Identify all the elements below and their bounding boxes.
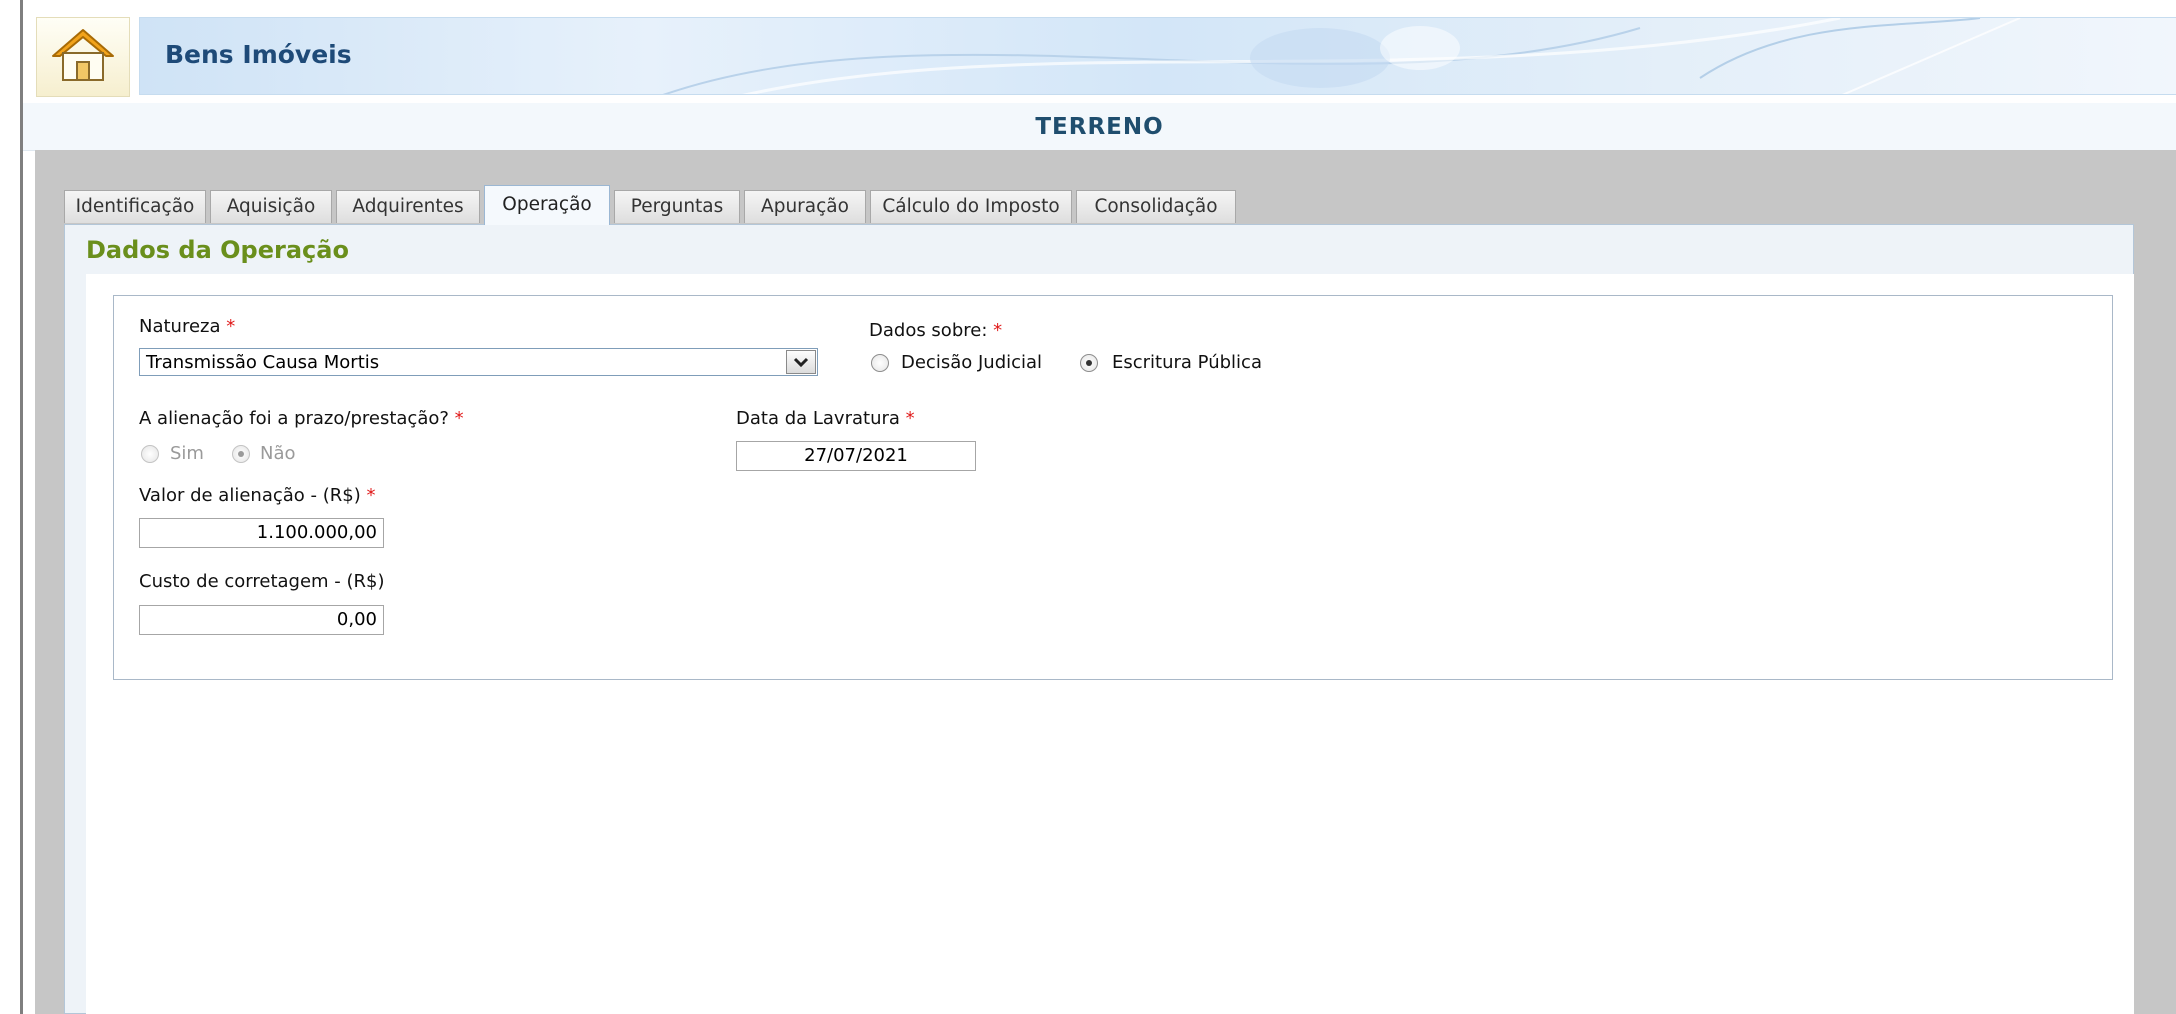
banner-decoration	[662, 18, 2021, 94]
app-title: Bens Imóveis	[165, 40, 352, 69]
tab-aquisicao[interactable]: Aquisição	[210, 190, 332, 223]
page-title: TERRENO	[1035, 114, 1164, 140]
radio-decisao-judicial-label[interactable]: Decisão Judicial	[901, 352, 1042, 373]
radio-sim-label[interactable]: Sim	[170, 443, 204, 464]
natureza-value: Transmissão Causa Mortis	[146, 352, 380, 373]
radio-nao[interactable]	[232, 445, 250, 463]
alienacao-prazo-label: A alienação foi a prazo/prestação? *	[139, 408, 464, 429]
radio-escritura-publica[interactable]	[1080, 354, 1098, 372]
tab-apuracao[interactable]: Apuração	[744, 190, 866, 223]
home-button[interactable]	[36, 17, 130, 97]
window-left-border	[20, 0, 23, 1014]
home-icon	[50, 26, 116, 88]
radio-decisao-judicial[interactable]	[871, 354, 889, 372]
natureza-label: Natureza *	[139, 316, 236, 337]
header-banner: Bens Imóveis	[139, 17, 2176, 95]
section-title: Dados da Operação	[86, 236, 349, 264]
radio-nao-label[interactable]: Não	[260, 443, 296, 464]
radio-escritura-publica-label[interactable]: Escritura Pública	[1112, 352, 1262, 373]
data-lavratura-label: Data da Lavratura *	[736, 408, 915, 429]
tab-identificacao[interactable]: Identificação	[64, 190, 206, 223]
tab-consolidacao[interactable]: Consolidação	[1076, 190, 1236, 223]
tab-calculo-do-imposto[interactable]: Cálculo do Imposto	[870, 190, 1072, 223]
custo-corretagem-label: Custo de corretagem - (R$)	[139, 571, 385, 592]
page-title-bar: TERRENO	[23, 103, 2176, 151]
tab-adquirentes[interactable]: Adquirentes	[336, 190, 480, 223]
data-lavratura-input[interactable]: 27/07/2021	[736, 441, 976, 471]
custo-corretagem-input[interactable]: 0,00	[139, 605, 384, 635]
valor-alienacao-input[interactable]: 1.100.000,00	[139, 518, 384, 548]
natureza-select[interactable]: Transmissão Causa Mortis	[139, 348, 818, 376]
tab-perguntas[interactable]: Perguntas	[614, 190, 740, 223]
tab-operacao[interactable]: Operação	[484, 185, 610, 225]
valor-alienacao-label: Valor de alienação - (R$) *	[139, 485, 376, 506]
dados-sobre-label: Dados sobre: *	[869, 320, 1003, 341]
chevron-down-icon[interactable]	[786, 350, 816, 374]
radio-sim[interactable]	[141, 445, 159, 463]
